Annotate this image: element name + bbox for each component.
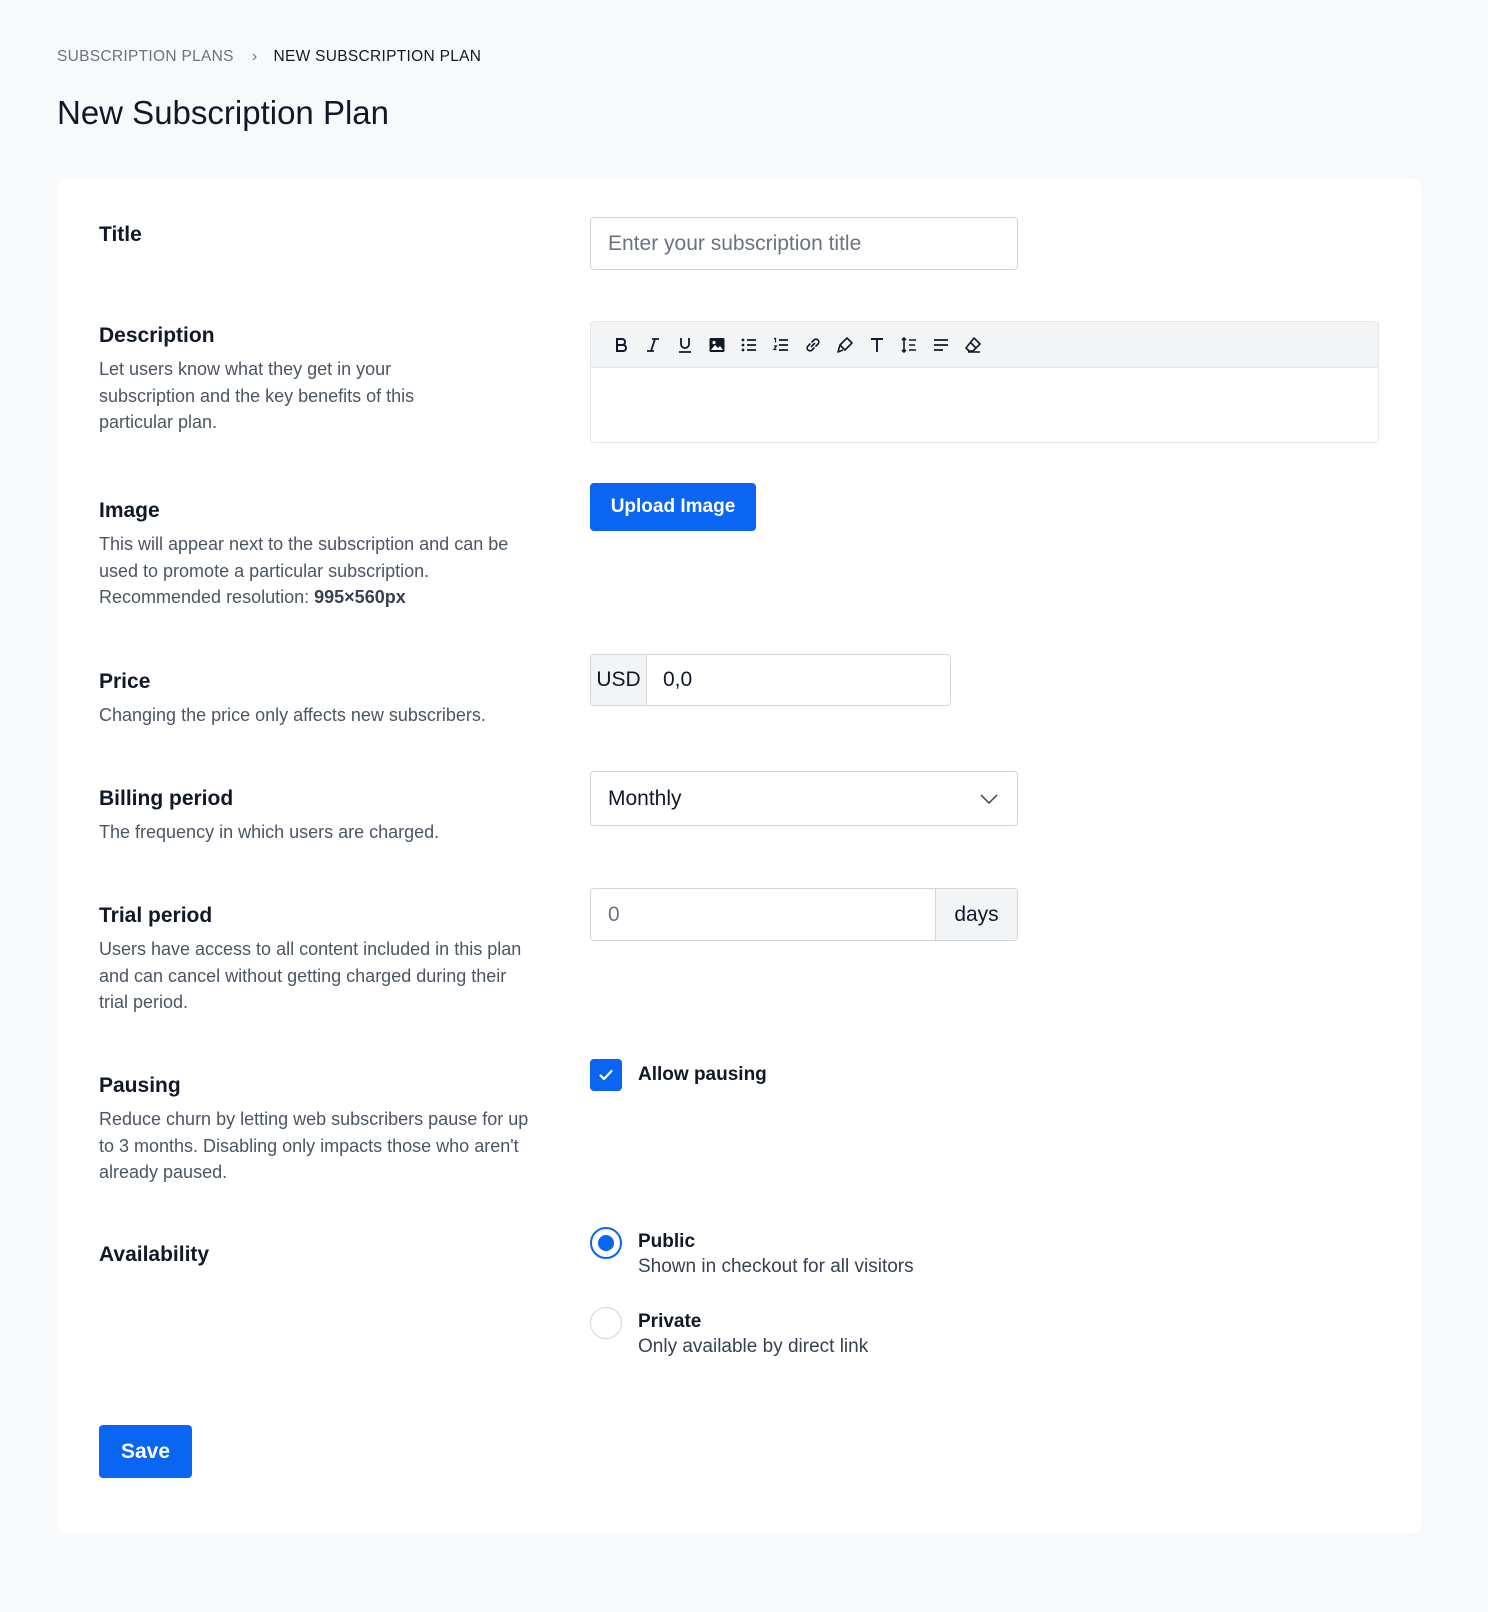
chevron-right-icon: › — [251, 48, 258, 65]
bullet-list-icon[interactable] — [733, 330, 765, 360]
bold-icon[interactable] — [605, 330, 637, 360]
breadcrumb: SUBSCRIPTION PLANS › NEW SUBSCRIPTION PL… — [57, 48, 481, 66]
public-radio[interactable] — [590, 1227, 622, 1259]
editor-toolbar — [591, 322, 1378, 368]
breadcrumb-subscription-plans[interactable]: SUBSCRIPTION PLANS — [57, 48, 234, 66]
allow-pausing-option[interactable]: Allow pausing — [590, 1059, 767, 1091]
billing-period-label: Billing period — [99, 787, 234, 810]
link-icon[interactable] — [797, 330, 829, 360]
title-input[interactable] — [590, 217, 1018, 270]
image-help-text: This will appear next to the subscriptio… — [99, 534, 509, 581]
eraser-icon[interactable] — [957, 330, 989, 360]
billing-period-value: Monthly — [608, 786, 682, 810]
resolution-label: Recommended resolution: — [99, 587, 310, 607]
price-input-group: USD — [590, 654, 951, 706]
price-input[interactable] — [647, 655, 950, 705]
underline-icon[interactable] — [669, 330, 701, 360]
title-label: Title — [99, 223, 142, 246]
highlighter-icon[interactable] — [829, 330, 861, 360]
description-label: Description — [99, 324, 215, 347]
line-height-icon[interactable] — [893, 330, 925, 360]
currency-prefix: USD — [591, 655, 647, 705]
image-label: Image — [99, 499, 160, 522]
save-button[interactable]: Save — [99, 1425, 192, 1478]
price-help: Changing the price only affects new subs… — [99, 705, 486, 725]
availability-label: Availability — [99, 1243, 210, 1266]
pausing-help: Reduce churn by letting web subscribers … — [99, 1109, 529, 1182]
form-card: Title Description Let users know what th… — [57, 179, 1421, 1533]
availability-option-public[interactable]: Public Shown in checkout for all visitor… — [590, 1227, 914, 1280]
trial-period-input-group: days — [590, 888, 1018, 941]
trial-days-suffix: days — [935, 889, 1017, 940]
price-label: Price — [99, 670, 151, 693]
public-option-description: Shown in checkout for all visitors — [638, 1256, 914, 1277]
image-icon[interactable] — [701, 330, 733, 360]
page-title: New Subscription Plan — [57, 94, 389, 131]
trial-period-input[interactable] — [591, 889, 935, 940]
text-size-icon[interactable] — [861, 330, 893, 360]
numbered-list-icon[interactable] — [765, 330, 797, 360]
upload-image-button[interactable]: Upload Image — [590, 483, 756, 531]
resolution-value: 995×560px — [314, 587, 406, 607]
private-option-description: Only available by direct link — [638, 1336, 869, 1357]
private-radio[interactable] — [590, 1307, 622, 1339]
trial-period-label: Trial period — [99, 904, 213, 927]
billing-period-select[interactable]: Monthly — [590, 771, 1018, 826]
allow-pausing-label: Allow pausing — [638, 1064, 767, 1085]
align-icon[interactable] — [925, 330, 957, 360]
availability-option-private[interactable]: Private Only available by direct link — [590, 1307, 868, 1360]
allow-pausing-checkbox[interactable] — [590, 1059, 622, 1091]
image-help: This will appear next to the subscriptio… — [99, 531, 539, 611]
public-option-title: Public — [638, 1231, 696, 1252]
chevron-down-icon — [980, 793, 998, 804]
description-editor — [590, 321, 1379, 443]
checkmark-icon — [599, 1069, 613, 1081]
description-editor-body[interactable] — [591, 368, 1378, 442]
billing-period-help: The frequency in which users are charged… — [99, 822, 440, 842]
trial-period-help: Users have access to all content include… — [99, 939, 522, 1012]
breadcrumb-current: NEW SUBSCRIPTION PLAN — [273, 48, 482, 65]
description-help: Let users know what they get in your sub… — [99, 359, 415, 432]
private-option-title: Private — [638, 1311, 702, 1332]
pausing-label: Pausing — [99, 1074, 181, 1097]
italic-icon[interactable] — [637, 330, 669, 360]
